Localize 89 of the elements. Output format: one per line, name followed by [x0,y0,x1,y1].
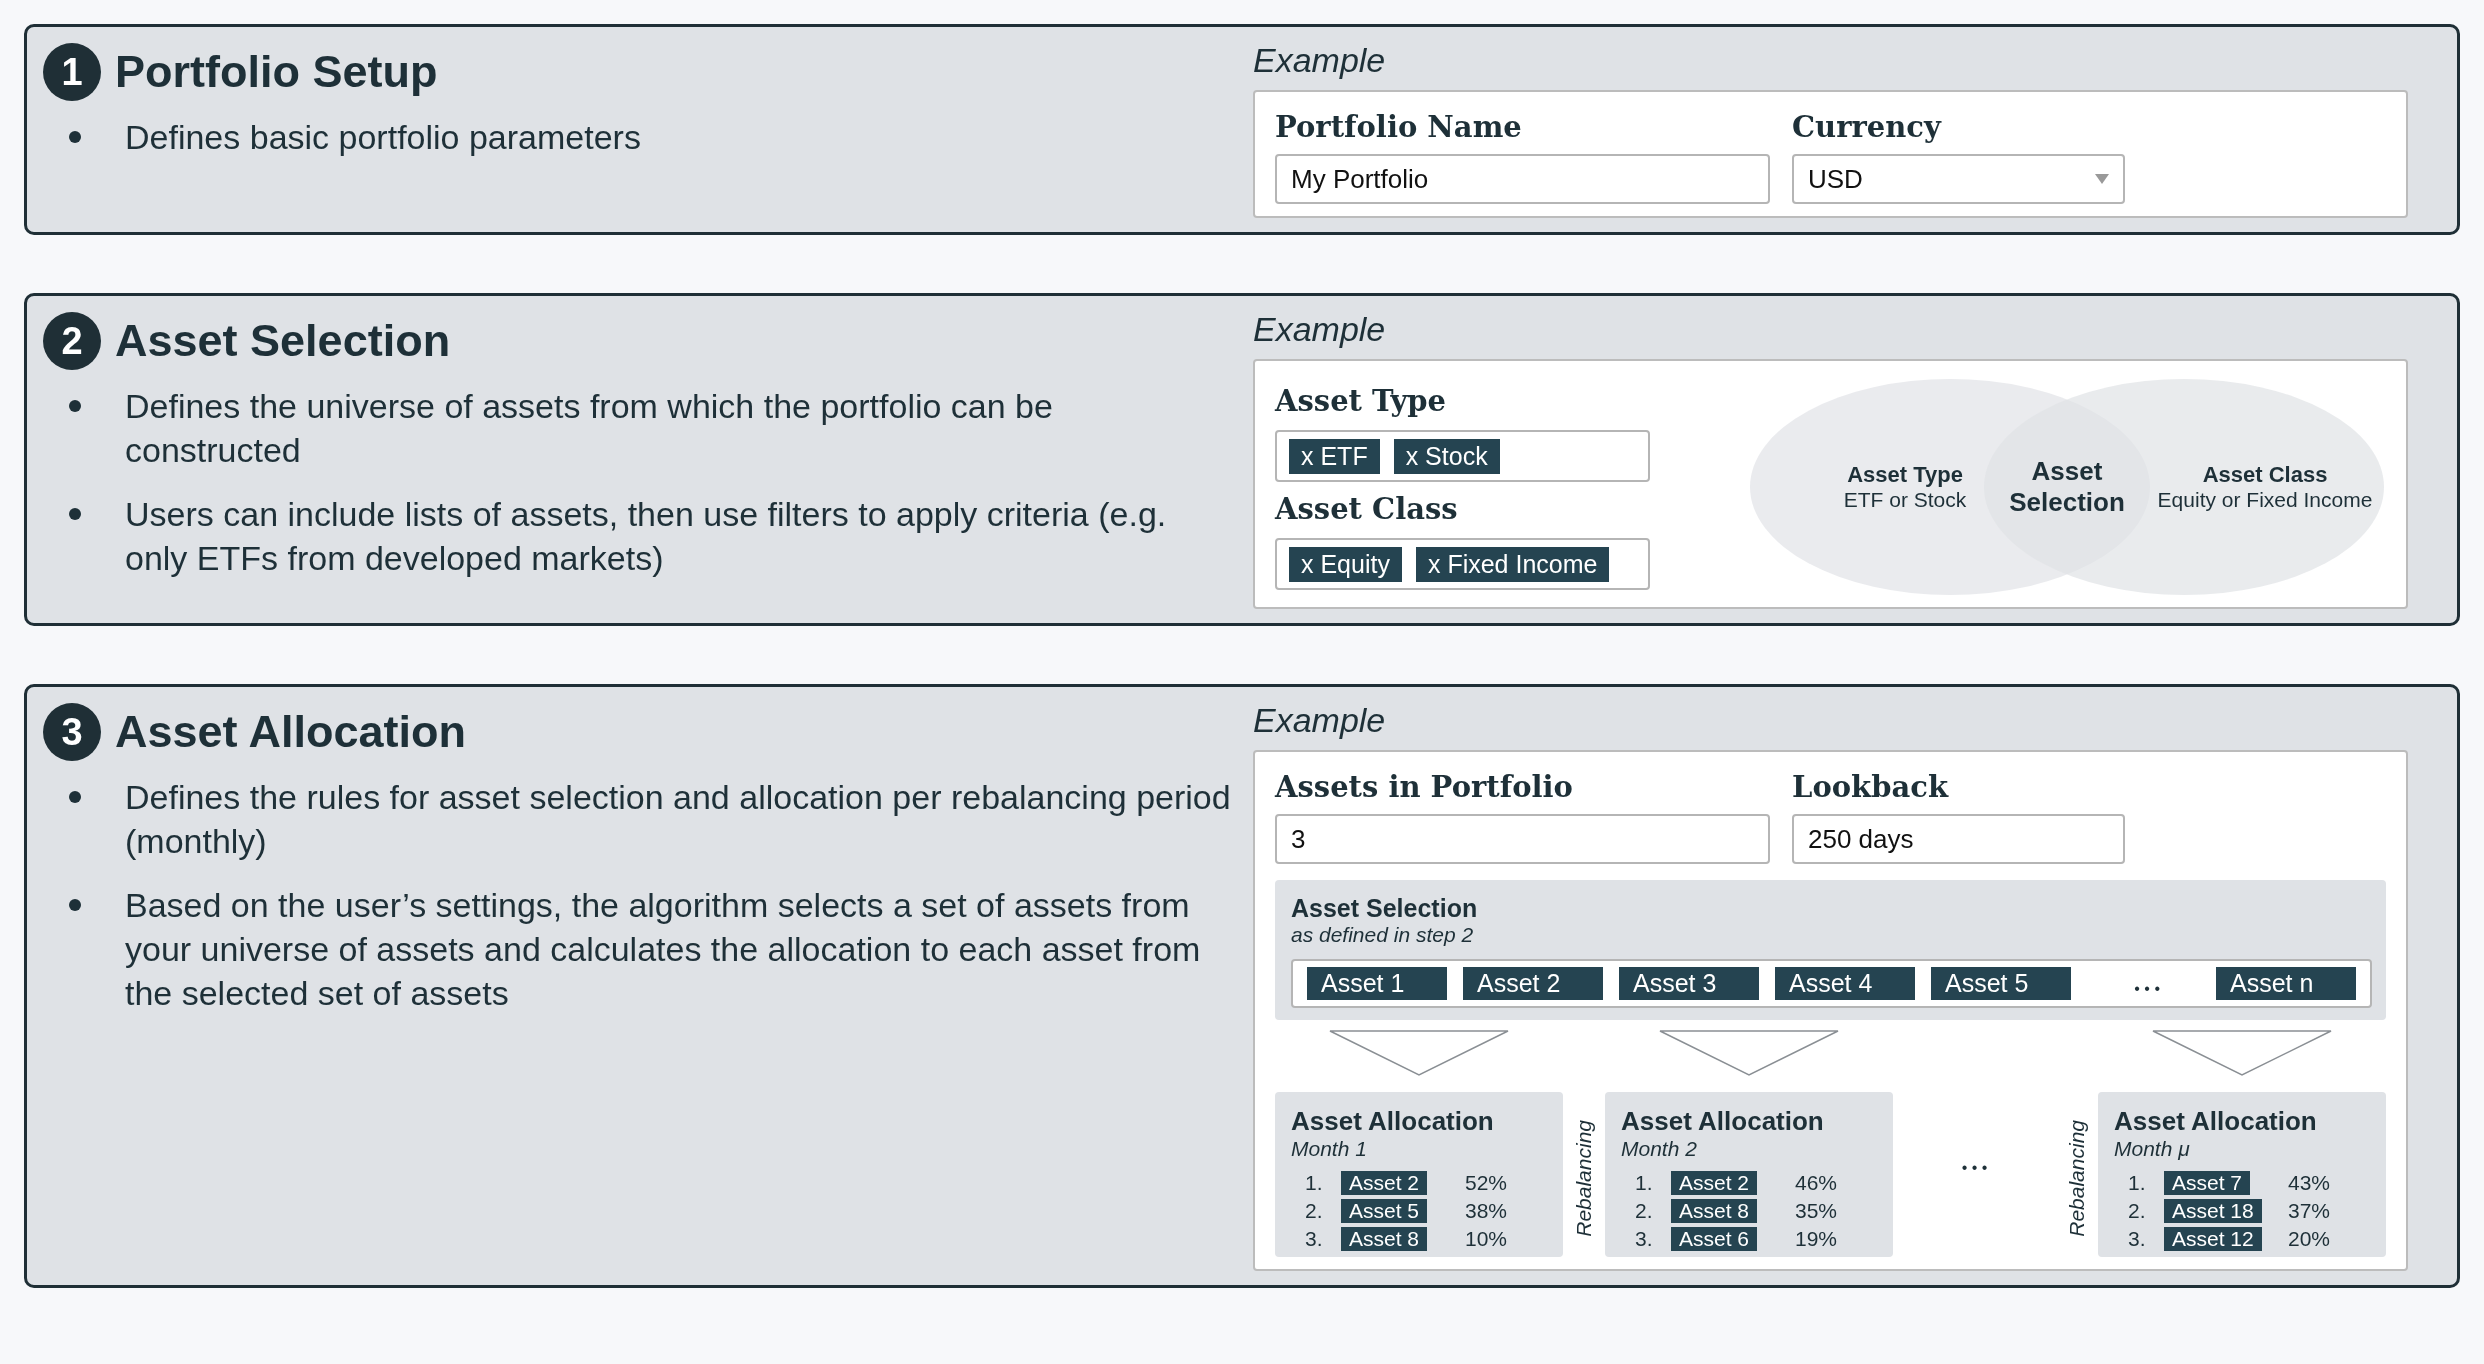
ellipsis: • • • [1961,1159,1988,1177]
card-subtitle: Month 1 [1291,1137,1367,1161]
step-title: Asset Allocation [115,706,466,758]
asset-chip: Asset 6 [1671,1227,1758,1251]
rebalancing-label: Rebalancing [2065,1120,2089,1237]
weight-value: 38% [1464,1199,1508,1223]
step-title: Asset Selection [115,315,451,367]
weight-value: 19% [1794,1227,1838,1251]
tag-chip[interactable]: x Equity [1289,546,1402,582]
weight-value: 37% [2287,1199,2331,1223]
down-triangle-icon [2152,1030,2332,1076]
bullet-text: Defines basic portfolio parameters [125,117,641,158]
rank-number: 3. [1634,1227,1653,1251]
rank-number: 2. [1304,1199,1323,1223]
step-title: Portfolio Setup [115,46,438,98]
example-label: Example [1253,41,1386,80]
asset-chip: Asset 12 [2164,1227,2262,1251]
asset-chip: Asset 2 [1463,967,1603,1000]
rank-number: 1. [1634,1171,1653,1195]
tag-chip[interactable]: x Fixed Income [1415,546,1610,582]
asset-chip: Asset 5 [1341,1199,1428,1223]
asset-chip: Asset 3 [1619,967,1759,1000]
field-label: Asset Class [1275,492,1458,526]
bullet-icon [69,400,81,412]
step-number: 1 [43,43,101,101]
bullet-icon [69,899,81,911]
rank-number: 3. [1304,1227,1323,1251]
rank-number: 2. [2127,1199,2146,1223]
weight-value: 52% [1464,1171,1508,1195]
down-triangle-icon [1659,1030,1839,1076]
field-label: Asset Type [1275,384,1447,418]
bullet-icon [69,791,81,803]
weight-value: 43% [2287,1171,2331,1195]
field-label: Assets in Portfolio [1275,770,1573,804]
down-triangle-icon [1329,1030,1509,1076]
example-label: Example [1253,701,1386,740]
rank-number: 1. [1304,1171,1323,1195]
asset-chip: Asset 18 [2164,1199,2262,1223]
card-title: Asset Allocation [1621,1106,1824,1137]
asset-chip: Asset 8 [1671,1199,1758,1223]
asset-chip: Asset 1 [1307,967,1447,1000]
weight-value: 20% [2287,1227,2331,1251]
input-field[interactable]: 250 days [1792,814,2125,864]
field-label: Portfolio Name [1275,110,1522,144]
bullet-text: Defines the rules for asset selection and allocation per rebalancing period (monthly) [125,777,1232,862]
venn-text: Equity or Fixed Income [2157,488,2373,512]
tag-input-field[interactable]: x Equity x Fixed Income [1275,538,1650,590]
bullet-text: Based on the user’s settings, the algorithm selects a set of assets from your universe of assets and calculates the allocation to each asset from the selected set of assets [125,885,1202,1014]
weight-value: 10% [1464,1227,1508,1251]
dropdown[interactable]: USD [1792,154,2125,204]
asset-chip: Asset 7 [2164,1171,2251,1195]
field-label: Lookback [1792,770,1948,804]
card-title: Asset Allocation [1291,1106,1494,1137]
asset-chip: Asset n [2216,967,2356,1000]
venn-label: Asset Type [1847,462,1963,488]
asset-chip: Asset 5 [1931,967,2071,1000]
bullet-text: Users can include lists of assets, then use filters to apply criteria (e.g. only ETFs from developed markets) [125,494,1168,579]
ellipsis: • • • [2133,978,2161,998]
bullet-icon [69,131,81,143]
asset-chip: Asset 2 [1671,1171,1758,1195]
asset-chip: Asset 4 [1775,967,1915,1000]
asset-chip: Asset 2 [1341,1171,1428,1195]
tag-input-field[interactable]: x ETF x Stock [1275,430,1650,482]
weight-value: 35% [1794,1199,1838,1223]
input-field[interactable]: 3 [1275,814,1770,864]
step-number: 2 [43,312,101,370]
card-subtitle: Month μ [2114,1137,2190,1161]
example-label: Example [1253,310,1386,349]
venn-text: ETF or Stock [1843,488,1967,512]
tag-chip[interactable]: x Stock [1393,438,1500,474]
asset-chip: Asset 8 [1341,1227,1428,1251]
panel-title: Asset Selection [1291,894,1478,923]
tag-chip[interactable]: x ETF [1289,438,1380,474]
caret-icon [2095,174,2109,184]
card-subtitle: Month 2 [1621,1137,1697,1161]
rebalancing-label: Rebalancing [1572,1120,1596,1237]
bullet-text: Defines the universe of assets from which the portfolio can be constructed [125,386,1054,471]
venn-center-label: Asset Selection [2008,456,2126,518]
panel-subtitle: as defined in step 2 [1291,923,1474,947]
venn-label: Asset Class [2202,462,2328,488]
card-title: Asset Allocation [2114,1106,2317,1137]
rank-number: 2. [1634,1199,1653,1223]
input-field[interactable]: My Portfolio [1275,154,1770,204]
step-number: 3 [43,703,101,761]
weight-value: 46% [1794,1171,1838,1195]
field-label: Currency [1792,110,1941,144]
rank-number: 1. [2127,1171,2146,1195]
bullet-icon [69,508,81,520]
rank-number: 3. [2127,1227,2146,1251]
